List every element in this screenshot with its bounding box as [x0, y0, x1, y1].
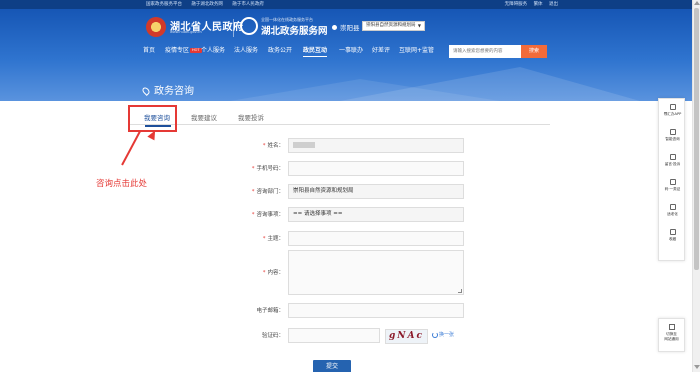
name-label: * 姓名：: [262, 143, 284, 149]
nav-item-corporate[interactable]: 法人服务: [234, 45, 258, 56]
matter-select[interactable]: == 请选择事项 ==: [288, 207, 464, 222]
name-field[interactable]: [288, 138, 464, 153]
phone-label: * 手机号码：: [251, 166, 284, 172]
annotation-arrow: [121, 131, 141, 166]
name-value-redacted: [293, 141, 315, 148]
switch-icon: [668, 324, 675, 330]
nav-item-rating[interactable]: 好差评: [372, 45, 390, 56]
sidebar-item-smart-consult[interactable]: 智能咨询: [659, 126, 686, 150]
scroll-down-arrow-icon[interactable]: [694, 365, 700, 369]
platform-name: 湖北政务服务网: [261, 26, 328, 37]
scroll-up-arrow-icon[interactable]: [694, 1, 700, 5]
platform-logo-icon: [240, 17, 258, 35]
page-title-text: 政务咨询: [154, 86, 194, 97]
scroll-thumb[interactable]: [694, 8, 699, 270]
nav-item-home[interactable]: 首页: [143, 45, 155, 56]
chevron-down-icon: ▼: [417, 23, 421, 28]
captcha-image[interactable]: gNAc: [385, 329, 428, 344]
national-emblem-icon: [146, 17, 166, 37]
email-label: 电子邮箱：: [256, 308, 284, 314]
consult-tabs: 我要咨询 我要建议 我要投诉: [130, 104, 550, 125]
site-header: 湖北省人民政府 www.hubei.gov.cn 全国一体化在线政务服务平台 湖…: [0, 9, 700, 101]
annotation-text: 咨询点击此处: [96, 179, 148, 189]
subject-field[interactable]: [288, 231, 464, 246]
phone-field[interactable]: [288, 161, 464, 176]
headset-icon: [669, 129, 676, 135]
nav-item-epidemic[interactable]: 疫情专区 HOT: [165, 45, 202, 56]
tab-suggest[interactable]: 我要建议: [191, 112, 217, 122]
nav-item-open-gov[interactable]: 政务公开: [268, 45, 292, 56]
refresh-icon: [432, 331, 438, 338]
captcha-label: 验证码：: [261, 333, 284, 339]
page-title: 政务咨询: [141, 82, 194, 97]
email-field[interactable]: [288, 303, 464, 318]
top-link-hubei[interactable]: 融于湖北政务网: [191, 2, 223, 7]
message-icon: [669, 154, 676, 160]
captcha-refresh-link[interactable]: 换一张: [432, 331, 454, 338]
nav-item-label: 疫情专区: [165, 47, 190, 54]
annotation-highlight-box: [128, 105, 177, 132]
dept-field[interactable]: 崇阳县自然资源和规划局: [288, 184, 464, 199]
content-textarea[interactable]: [288, 250, 464, 295]
sidebar-item-message[interactable]: 留言·投诉: [659, 151, 686, 175]
department-select[interactable]: 崇阳县自然资源和规划局 ▼: [362, 21, 425, 31]
location-pin-icon: [141, 86, 151, 96]
bookmark-icon: [669, 229, 676, 235]
sidebar-item-favorite[interactable]: 收藏: [659, 226, 686, 250]
department-select-value: 崇阳县自然资源和规划局: [366, 23, 416, 28]
top-link-national[interactable]: 国家政务服务平台: [146, 2, 182, 7]
location-pin-icon: [332, 25, 337, 30]
resize-handle-icon[interactable]: [458, 289, 462, 293]
search-button[interactable]: 搜索: [521, 45, 547, 58]
nav-item-one-thing[interactable]: 一事联办: [339, 45, 363, 56]
hot-badge: HOT: [190, 48, 202, 53]
page-scrollbar[interactable]: [692, 0, 700, 372]
dept-label: * 咨询部门：: [251, 189, 284, 195]
nav-item-supervision[interactable]: 互联网+监管: [399, 45, 434, 56]
sidebar-item-code[interactable]: 码·一类证: [659, 176, 686, 200]
floating-sidebar: 鄂汇办APP 智能咨询 留言·投诉 码·一类证 适老化 收藏: [658, 98, 685, 261]
top-link-city[interactable]: 融于市人民政府: [232, 2, 264, 7]
top-link-traditional[interactable]: 繁体: [534, 2, 543, 7]
gov-url: www.hubei.gov.cn: [170, 30, 202, 34]
top-link-accessibility[interactable]: 无障碍服务: [505, 2, 528, 7]
tab-complain[interactable]: 我要投诉: [238, 112, 264, 122]
logo-divider: [233, 19, 234, 37]
subject-label: * 主题：: [262, 236, 284, 242]
nav-item-personal[interactable]: 个人服务: [201, 45, 225, 56]
elderly-icon: [669, 204, 676, 210]
top-utility-bar: 国家政务服务平台 融于湖北政务网 融于市人民政府 无障碍服务 繁体 退出: [0, 0, 700, 9]
mountain-decoration: [230, 79, 500, 101]
sidebar-item-elderly[interactable]: 适老化: [659, 201, 686, 225]
region-selector[interactable]: 崇阳县: [332, 22, 360, 32]
qrcode-icon: [669, 179, 676, 185]
nav-item-interaction[interactable]: 政民互动: [303, 45, 328, 57]
sidebar-item-app[interactable]: 鄂汇办APP: [659, 101, 686, 125]
content-label: * 内容：: [262, 270, 284, 276]
region-name: 崇阳县: [340, 24, 360, 32]
search-input[interactable]: [449, 45, 524, 58]
sidebar-switch-mode[interactable]: 切换至 网站通用: [658, 318, 685, 352]
captcha-input[interactable]: [288, 328, 380, 343]
submit-button[interactable]: 提交: [313, 360, 351, 372]
phone-icon: [669, 104, 676, 110]
top-link-logout[interactable]: 退出: [549, 2, 558, 7]
matter-label: * 咨询事项：: [251, 212, 284, 218]
